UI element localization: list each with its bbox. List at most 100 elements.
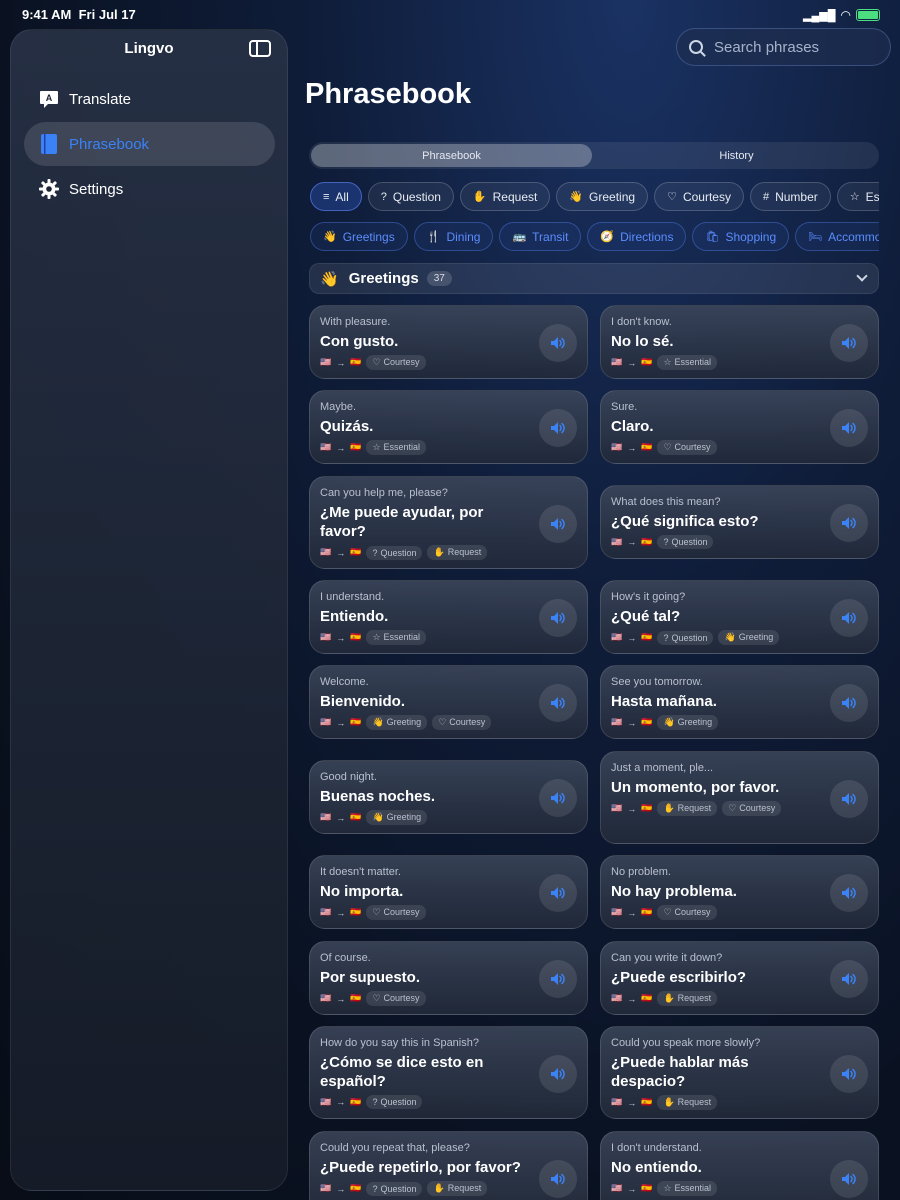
filter-chip-greeting[interactable]: 👋 Greeting	[556, 182, 649, 211]
tab-history[interactable]: History	[596, 144, 877, 167]
arrow-right-icon: →	[627, 1183, 637, 1194]
tag-icon: 👋	[663, 717, 675, 727]
filter-chip-all[interactable]: ≡ All	[310, 182, 362, 211]
phrase-card[interactable]: Could you repeat that, please? ¿Puede rep…	[309, 1131, 588, 1200]
speaker-play-button[interactable]	[539, 324, 577, 362]
chevron-down-icon[interactable]	[856, 270, 868, 282]
phrase-card[interactable]: No problem. No hay problema. 🇺🇸 → 🇪🇸 ♡ Courtes…	[600, 855, 879, 929]
tag-label: Request	[447, 1183, 482, 1193]
tag-badge: ☆ Essential	[657, 355, 718, 370]
phrase-meta: 🇺🇸 → 🇪🇸? Question	[611, 535, 868, 549]
tag-icon: ♡	[663, 442, 672, 452]
speaker-play-button[interactable]	[539, 960, 577, 998]
arrow-right-icon: →	[627, 907, 637, 918]
es-flag-icon: 🇪🇸	[350, 357, 362, 367]
speaker-play-button[interactable]	[830, 324, 868, 362]
sidebar-item-settings[interactable]: Settings	[24, 167, 275, 211]
speaker-play-button[interactable]	[830, 960, 868, 998]
phrase-card[interactable]: Could you speak more slowly? ¿Puede habla…	[600, 1026, 879, 1119]
speaker-icon	[551, 792, 565, 804]
speaker-icon	[551, 612, 565, 624]
phrase-spanish: No hay problema.	[611, 883, 737, 900]
phrase-card[interactable]: Welcome. Bienvenido. 🇺🇸 → 🇪🇸 👋 Greeting ♡ Courte…	[309, 665, 588, 739]
tag-icon: ♡	[728, 803, 737, 813]
topic-chip-accommodation[interactable]: 🛏 Accommodation	[795, 222, 879, 251]
phrase-card[interactable]: Can you help me, please? ¿Me puede ayudar…	[309, 476, 588, 569]
speaker-play-button[interactable]	[539, 409, 577, 447]
tag-badge: ♡ Courtesy	[657, 440, 717, 455]
phrase-card[interactable]: I understand. Entiendo. 🇺🇸 → 🇪🇸 ☆ Essential	[309, 580, 588, 654]
tab-phrasebook[interactable]: Phrasebook	[311, 144, 592, 167]
tag-badge: ♡ Courtesy	[657, 905, 717, 920]
arrow-right-icon: →	[627, 1097, 637, 1108]
filter-chip-question[interactable]: ? Question	[367, 182, 454, 211]
phrase-card[interactable]: With pleasure. Con gusto. 🇺🇸 → 🇪🇸 ♡ Courtesy	[309, 305, 588, 379]
sidebar-item-translate[interactable]: A Translate	[24, 77, 275, 121]
phrase-meta: 🇺🇸 → 🇪🇸? Question ✋ Request	[320, 1181, 577, 1196]
speaker-play-button[interactable]	[539, 874, 577, 912]
phrase-english: With pleasure.	[320, 316, 391, 328]
tag-badge: ? Question	[366, 1181, 423, 1196]
phrase-card[interactable]: Just a moment, ple... Un momento, por fav…	[600, 751, 879, 844]
speaker-play-button[interactable]	[830, 504, 868, 542]
phrase-meta: 🇺🇸 → 🇪🇸 ☆ Essential	[611, 1181, 868, 1196]
chip-icon: ✋	[472, 191, 487, 203]
phrase-card[interactable]: See you tomorrow. Hasta mañana. 🇺🇸 → 🇪🇸 👋 Gree…	[600, 665, 879, 739]
speaker-play-button[interactable]	[830, 599, 868, 637]
speaker-play-button[interactable]	[539, 1159, 577, 1198]
phrase-card[interactable]: How do you say this in Spanish? ¿Cómo se …	[309, 1026, 588, 1119]
phrase-card[interactable]: Sure. Claro. 🇺🇸 → 🇪🇸 ♡ Courtesy	[600, 390, 879, 464]
speaker-play-button[interactable]	[830, 1054, 868, 1093]
topic-chip-dining[interactable]: 🍴 Dining	[413, 222, 494, 251]
speaker-play-button[interactable]	[539, 684, 577, 722]
speaker-play-button[interactable]	[830, 1159, 868, 1198]
phrase-card[interactable]: Good night. Buenas noches. 🇺🇸 → 🇪🇸 👋 Greeting	[309, 760, 588, 834]
es-flag-icon: 🇪🇸	[350, 1096, 362, 1107]
phrase-card[interactable]: How's it going? ¿Qué tal? 🇺🇸 → 🇪🇸? Question 👋 G…	[600, 580, 879, 654]
tag-badge: 👋 Greeting	[657, 715, 719, 730]
waving-hand-icon: 👋	[320, 270, 339, 288]
speaker-icon	[842, 887, 856, 899]
arrow-right-icon: →	[336, 1183, 346, 1194]
phrase-spanish: ¿Qué tal?	[611, 608, 681, 625]
us-flag-icon: 🇺🇸	[320, 993, 332, 1003]
speaker-icon	[842, 337, 856, 349]
search-bar[interactable]	[676, 28, 891, 66]
phrase-meta: 🇺🇸 → 🇪🇸 👋 Greeting	[320, 810, 577, 825]
sidebar-toggle-icon[interactable]	[249, 40, 271, 57]
filter-chip-number[interactable]: # Number	[749, 182, 831, 211]
phrase-card[interactable]: What does this mean? ¿Qué significa esto?…	[600, 485, 879, 559]
phrase-card[interactable]: Can you write it down? ¿Puede escribirlo?…	[600, 941, 879, 1015]
phrase-card[interactable]: I don't know. No lo sé. 🇺🇸 → 🇪🇸 ☆ Essential	[600, 305, 879, 379]
es-flag-icon: 🇪🇸	[350, 717, 362, 727]
speaker-play-button[interactable]	[830, 409, 868, 447]
speaker-play-button[interactable]	[830, 779, 868, 818]
status-time: 9:41 AM Fri Jul 17	[22, 7, 136, 22]
speaker-play-button[interactable]	[830, 684, 868, 722]
phrase-card[interactable]: It doesn't matter. No importa. 🇺🇸 → 🇪🇸 ♡ Court…	[309, 855, 588, 929]
phrase-card[interactable]: Of course. Por supuesto. 🇺🇸 → 🇪🇸 ♡ Courtesy	[309, 941, 588, 1015]
search-input[interactable]	[714, 38, 874, 56]
speaker-play-button[interactable]	[539, 779, 577, 817]
topic-chip-transit[interactable]: 🚌 Transit	[499, 222, 582, 251]
chip-icon: 🛏	[808, 231, 823, 243]
speaker-play-button[interactable]	[539, 1054, 577, 1093]
phrase-english: I don't know.	[611, 316, 672, 328]
phrase-card[interactable]: Maybe. Quizás. 🇺🇸 → 🇪🇸 ☆ Essential	[309, 390, 588, 464]
phrase-spanish: ¿Qué significa esto?	[611, 513, 759, 530]
speaker-play-button[interactable]	[539, 504, 577, 543]
section-header[interactable]: 👋 Greetings 37	[309, 263, 879, 294]
phrase-spanish: Quizás.	[320, 418, 374, 435]
chip-icon: #	[762, 190, 770, 203]
phrase-card[interactable]: I don't understand. No entiendo. 🇺🇸 → 🇪🇸 ☆ Ess…	[600, 1131, 879, 1200]
tag-label: Greeting	[386, 812, 422, 822]
topic-chip-greetings[interactable]: 👋 Greetings	[310, 222, 408, 251]
topic-chip-directions[interactable]: 🧭 Directions	[587, 222, 687, 251]
speaker-play-button[interactable]	[830, 874, 868, 912]
topic-chip-shopping[interactable]: 🛍 Shopping	[692, 222, 790, 251]
speaker-play-button[interactable]	[539, 599, 577, 637]
filter-chip-courtesy[interactable]: ♡ Courtesy	[654, 182, 744, 211]
filter-chip-request[interactable]: ✋ Request	[459, 182, 551, 211]
sidebar-item-phrasebook[interactable]: Phrasebook	[24, 122, 275, 166]
filter-chip-essential[interactable]: ☆ Essential	[836, 182, 879, 211]
